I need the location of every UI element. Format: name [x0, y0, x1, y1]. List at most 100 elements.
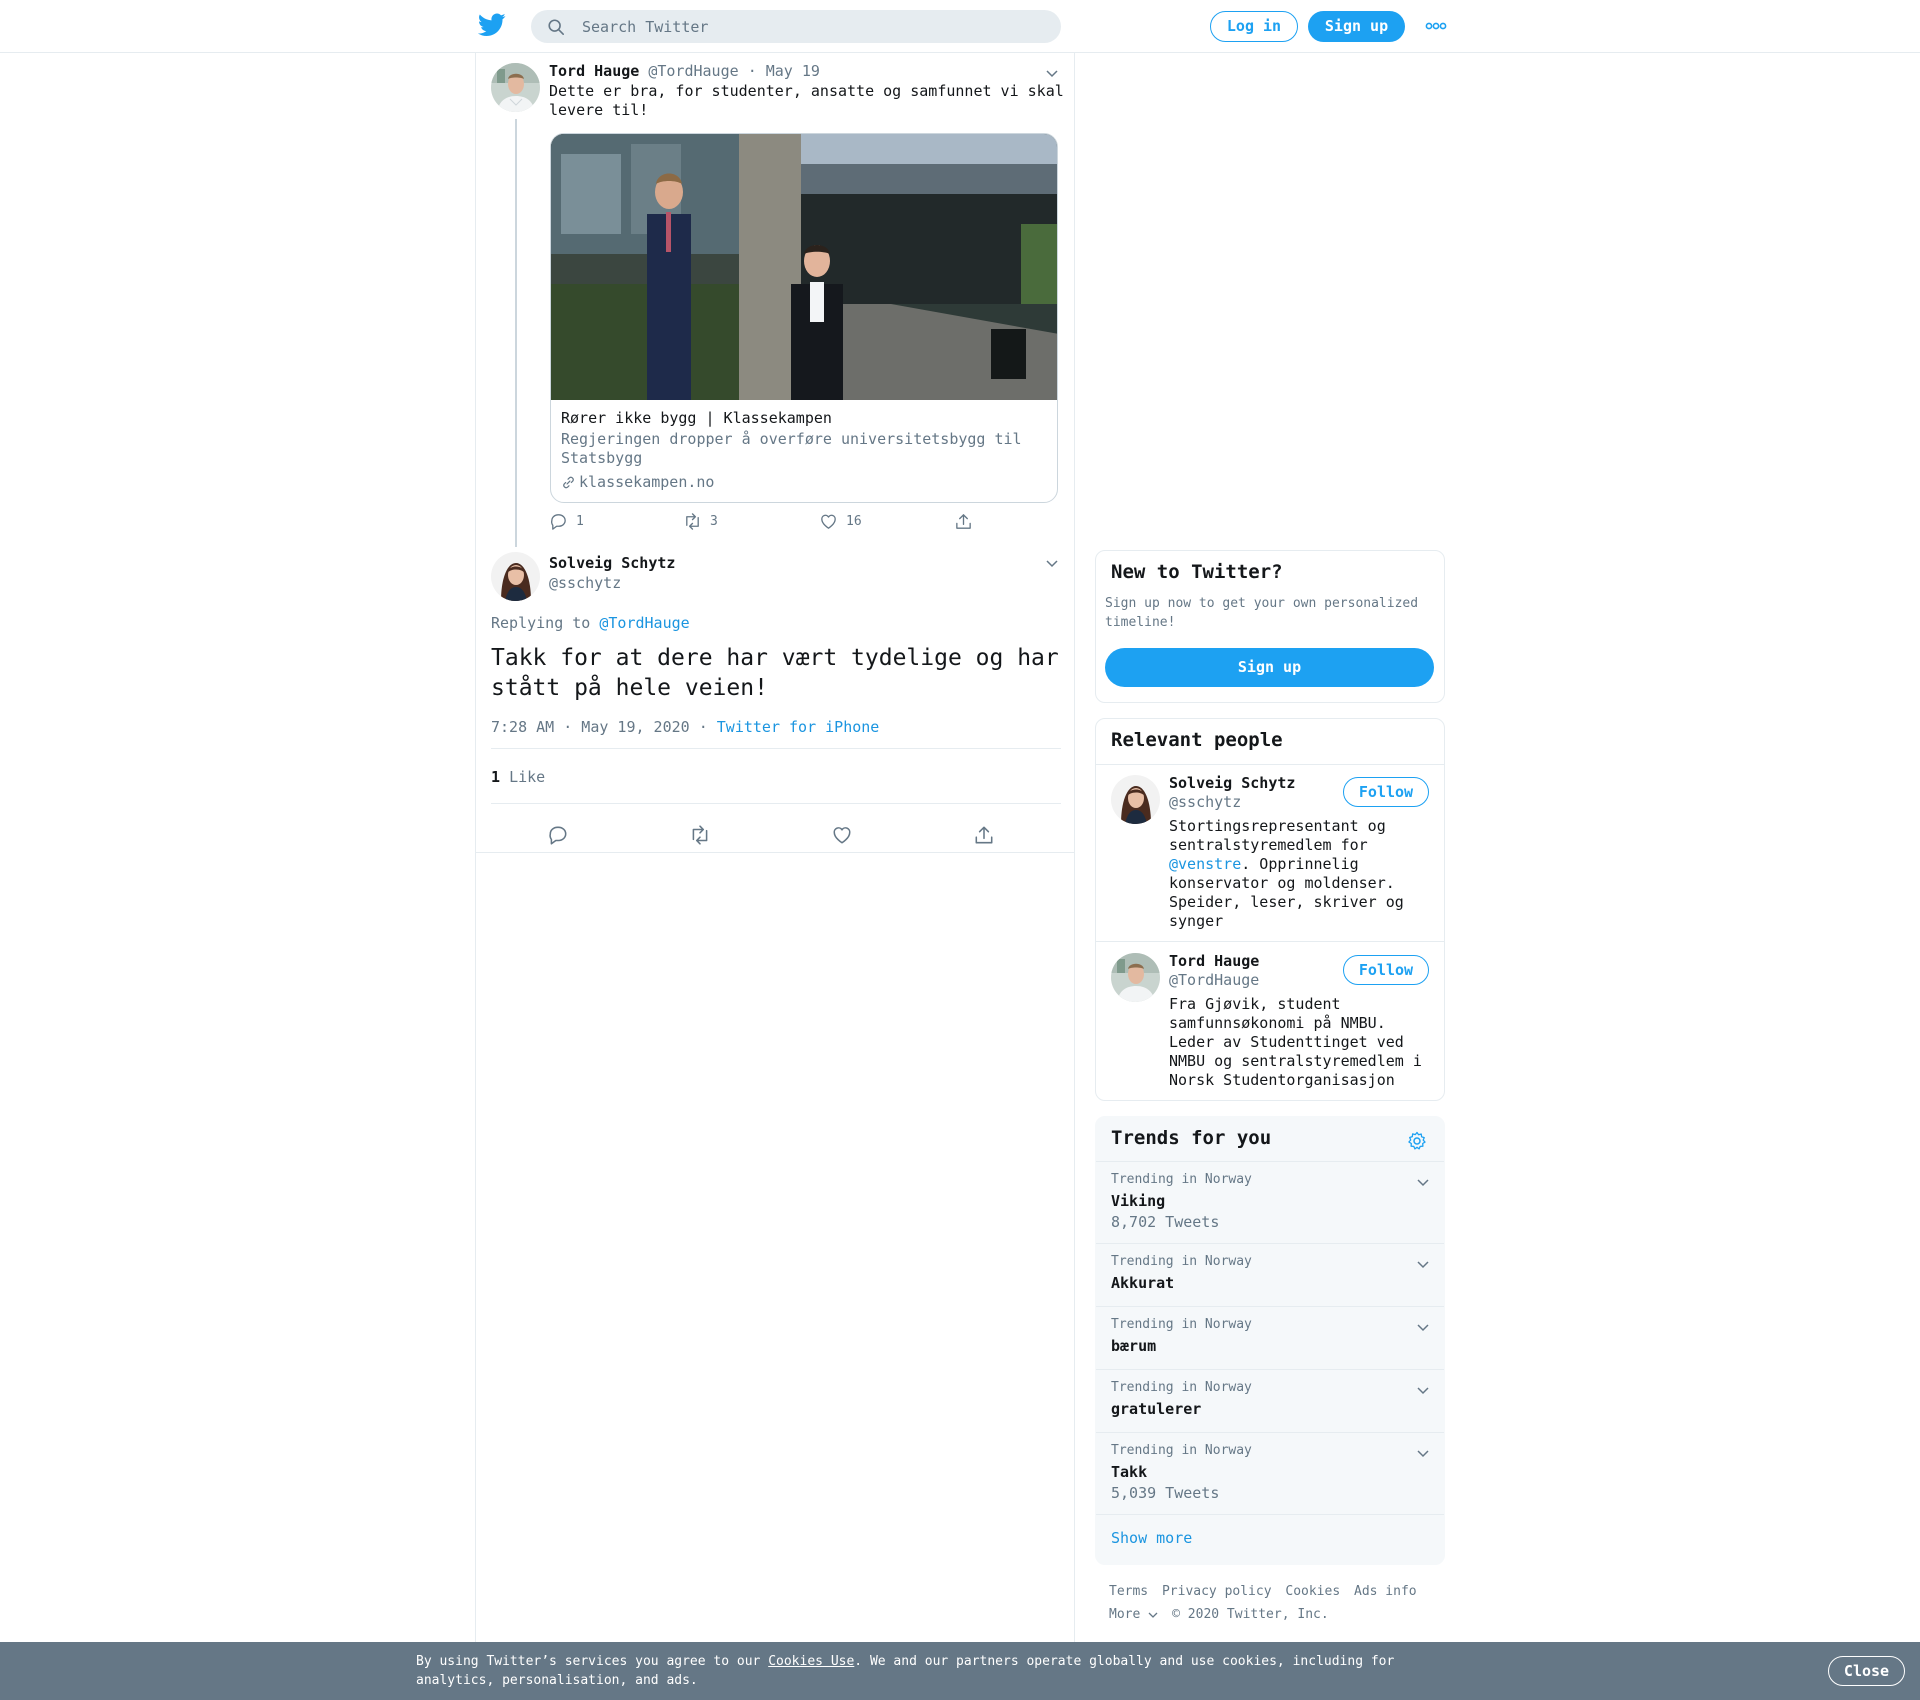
tord-hauge-avatar[interactable]	[491, 63, 540, 112]
footer-more-menu[interactable]: More	[1109, 1603, 1158, 1626]
avatar[interactable]	[1111, 953, 1160, 1002]
module-title: Relevant people	[1111, 729, 1283, 751]
twitter-bird-logo-icon[interactable]	[478, 13, 506, 37]
chevron-down-icon	[1148, 1612, 1158, 1618]
retweet-icon[interactable]	[689, 824, 711, 846]
trend-name[interactable]: gratulerer	[1111, 1400, 1201, 1418]
tweet-action-bar	[476, 816, 1074, 856]
footer-link-cookies[interactable]: Cookies	[1285, 1584, 1340, 1599]
like-summary-count: 1	[491, 768, 501, 786]
chevron-down-icon[interactable]	[1416, 1322, 1430, 1332]
search-icon	[548, 19, 565, 36]
footer-links: Terms Privacy policy Cookies Ads info Mo…	[1109, 1580, 1439, 1626]
tweet-action-bar: 1 3 16	[549, 512, 1029, 534]
tweet-date[interactable]: May 19	[766, 62, 820, 80]
tweet-author-name[interactable]: Tord Hauge	[549, 62, 639, 80]
search-input[interactable]: Search Twitter	[582, 18, 708, 36]
trend-context: Trending in Norway	[1111, 1443, 1252, 1458]
like-summary[interactable]: 1 Like	[491, 768, 545, 786]
trend-item[interactable]: Trending in Norway bærum	[1096, 1306, 1444, 1369]
module-title: Trends for you	[1111, 1127, 1272, 1149]
person-name[interactable]: Solveig Schytz	[1169, 774, 1295, 792]
more-options-icon[interactable]	[1425, 20, 1447, 32]
show-more-row: Show more	[1096, 1514, 1444, 1564]
trend-item[interactable]: Trending in Norway Akkurat	[1096, 1243, 1444, 1306]
follow-button[interactable]: Follow	[1343, 955, 1429, 985]
like-summary-label: Like	[509, 768, 546, 786]
reply-icon	[551, 514, 566, 530]
divider	[491, 748, 1061, 749]
module-subtitle: Sign up now to get your own personalized…	[1105, 596, 1419, 630]
cookies-use-link[interactable]: Cookies Use	[768, 1654, 854, 1669]
trend-context: Trending in Norway	[1111, 1317, 1252, 1332]
person-bio: Stortingsrepresentant og sentralstyremed…	[1169, 817, 1434, 931]
follow-button[interactable]: Follow	[1343, 777, 1429, 807]
link-icon	[563, 476, 574, 488]
tweet-metadata: 7:28 AM · May 19, 2020 · Twitter for iPh…	[491, 718, 879, 736]
person-card-solveig[interactable]: Solveig Schytz @sschytz Follow Stortings…	[1096, 765, 1444, 942]
footer-link-terms[interactable]: Terms	[1109, 1584, 1148, 1599]
trend-name[interactable]: bærum	[1111, 1337, 1156, 1355]
trend-name[interactable]: Viking	[1111, 1192, 1165, 1210]
search-bar[interactable]: Search Twitter	[531, 10, 1061, 43]
person-bio-text: Stortingsrepresentant og sentralstyremed…	[1169, 817, 1386, 854]
chevron-down-icon[interactable]	[1416, 1177, 1430, 1187]
like-count: 16	[846, 514, 862, 529]
reply-count: 1	[576, 514, 584, 529]
person-name[interactable]: Tord Hauge	[1169, 952, 1259, 970]
tweet-author-handle[interactable]: @TordHauge	[648, 62, 738, 80]
solveig-schytz-avatar[interactable]	[491, 552, 540, 601]
chevron-down-icon[interactable]	[1045, 558, 1059, 568]
retweet-action[interactable]: 3	[683, 512, 718, 531]
gear-icon[interactable]	[1407, 1131, 1427, 1151]
card-title: Rører ikke bygg | Klassekampen	[561, 409, 832, 427]
reply-action[interactable]: 1	[549, 512, 584, 531]
trend-tweet-count: 5,039 Tweets	[1111, 1484, 1220, 1502]
trend-context: Trending in Norway	[1111, 1254, 1252, 1269]
trend-item[interactable]: Trending in Norway Viking 8,702 Tweets	[1096, 1161, 1444, 1243]
person-handle[interactable]: @TordHauge	[1169, 971, 1259, 989]
trend-item[interactable]: Trending in Norway Takk 5,039 Tweets	[1096, 1432, 1444, 1514]
tweet-header: Tord Hauge @TordHauge · May 19	[549, 62, 820, 80]
chevron-down-icon[interactable]	[1416, 1385, 1430, 1395]
share-action[interactable]	[954, 512, 973, 531]
tweet-timestamp[interactable]: 7:28 AM · May 19, 2020	[491, 718, 690, 736]
trend-tweet-count: 8,702 Tweets	[1111, 1213, 1220, 1231]
thread-connector-line	[515, 119, 517, 547]
tweet-author-name[interactable]: Solveig Schytz	[549, 554, 675, 572]
person-handle[interactable]: @sschytz	[1169, 793, 1241, 811]
tweet-author-handle[interactable]: @sschytz	[549, 574, 621, 592]
bio-mention-link[interactable]: @venstre	[1169, 855, 1241, 873]
footer-link-ads-info[interactable]: Ads info	[1354, 1584, 1417, 1599]
trend-name[interactable]: Akkurat	[1111, 1274, 1174, 1292]
chevron-down-icon[interactable]	[1045, 68, 1059, 78]
relevant-people-module: Relevant people Solveig Schytz @sschytz …	[1095, 718, 1445, 1101]
heart-icon[interactable]	[831, 824, 853, 846]
trend-item[interactable]: Trending in Norway gratulerer	[1096, 1369, 1444, 1432]
trend-context: Trending in Norway	[1111, 1172, 1252, 1187]
chevron-down-icon[interactable]	[1416, 1448, 1430, 1458]
tweet-meta-separator: ·	[698, 718, 708, 736]
show-more-link[interactable]: Show more	[1111, 1529, 1192, 1547]
sidebar-signup-button[interactable]: Sign up	[1105, 648, 1434, 687]
card-domain: klassekampen.no	[561, 473, 714, 491]
signup-button[interactable]: Sign up	[1308, 11, 1405, 42]
cookie-close-button[interactable]: Close	[1828, 1656, 1905, 1686]
tweet-source[interactable]: Twitter for iPhone	[717, 718, 880, 736]
replying-to-mention[interactable]: @TordHauge	[599, 614, 689, 632]
cookie-text-before: By using Twitter’s services you agree to…	[416, 1654, 769, 1669]
cookie-consent-bar: By using Twitter’s services you agree to…	[0, 1642, 1920, 1700]
person-card-tord[interactable]: Tord Hauge @TordHauge Follow Fra Gjøvik,…	[1096, 943, 1444, 1100]
link-preview-card[interactable]: Rører ikke bygg | Klassekampen Regjering…	[550, 133, 1058, 503]
footer-link-privacy[interactable]: Privacy policy	[1162, 1584, 1272, 1599]
reply-icon[interactable]	[547, 824, 569, 846]
chevron-down-icon[interactable]	[1416, 1259, 1430, 1269]
divider	[476, 852, 1074, 853]
like-action[interactable]: 16	[819, 512, 862, 531]
person-bio: Fra Gjøvik, student samfunnsøkonomi på N…	[1169, 995, 1422, 1089]
login-button[interactable]: Log in	[1210, 11, 1298, 42]
trend-name[interactable]: Takk	[1111, 1463, 1147, 1481]
footer-copyright: © 2020 Twitter, Inc.	[1172, 1607, 1329, 1622]
avatar[interactable]	[1111, 775, 1160, 824]
share-icon[interactable]	[973, 824, 995, 846]
